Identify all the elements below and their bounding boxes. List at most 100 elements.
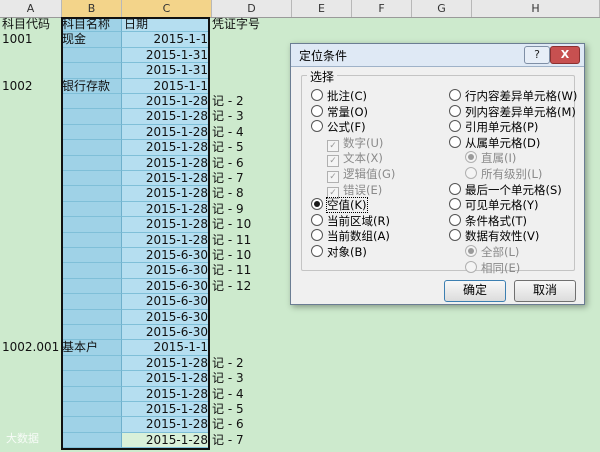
cell-a[interactable] [2, 94, 62, 109]
radio-icon [311, 229, 323, 242]
option-label: 错误(E) [343, 182, 383, 197]
column-header-e[interactable]: E [292, 0, 352, 17]
option-left-10[interactable]: 对象(B) [311, 245, 367, 260]
cell-a[interactable] [2, 263, 62, 278]
cell-d[interactable]: 记 - 2 [212, 356, 292, 371]
cell-a[interactable]: 1002.001 [2, 340, 62, 355]
cell-d[interactable]: 记 - 10 [212, 217, 292, 232]
option-left-8[interactable]: 当前区域(R) [311, 213, 390, 229]
option-label: 行内容差异单元格(W) [465, 89, 578, 103]
checkbox-icon: ✓ [327, 171, 339, 183]
option-right-7[interactable]: 可见单元格(Y) [449, 198, 539, 213]
option-left-1[interactable]: 常量(O) [311, 104, 368, 120]
cell-d[interactable]: 记 - 7 [212, 433, 292, 448]
cell-a[interactable] [2, 125, 62, 140]
cell-d[interactable]: 记 - 3 [212, 371, 292, 386]
cell-a[interactable] [2, 109, 62, 124]
cell-a[interactable] [2, 310, 62, 325]
cell-a[interactable] [2, 217, 62, 232]
cell-d[interactable] [212, 340, 292, 355]
cell-a[interactable] [2, 156, 62, 171]
cell-d[interactable]: 记 - 7 [212, 171, 292, 186]
option-right-11: 相同(E) [465, 260, 520, 276]
option-right-9[interactable]: 数据有效性(V) [449, 229, 539, 244]
cell-d[interactable]: 记 - 4 [212, 387, 292, 402]
option-right-1[interactable]: 列内容差异单元格(M) [449, 104, 576, 120]
cell-d[interactable] [212, 294, 292, 309]
cell-a[interactable] [2, 233, 62, 248]
cancel-button[interactable]: 取消 [514, 280, 576, 302]
column-header-h[interactable]: H [472, 0, 600, 17]
cell-d[interactable] [212, 63, 292, 78]
cell-d[interactable]: 记 - 11 [212, 263, 292, 278]
cell-d[interactable]: 记 - 9 [212, 202, 292, 217]
cell-d[interactable]: 记 - 11 [212, 233, 292, 248]
cell-a[interactable] [2, 371, 62, 386]
cell-d[interactable]: 记 - 2 [212, 94, 292, 109]
cell-a[interactable] [2, 171, 62, 186]
checkbox-icon: ✓ [327, 155, 339, 168]
cell-d[interactable]: 凭证字号 [212, 17, 292, 32]
cell-a[interactable] [2, 402, 62, 417]
option-label: 批注(C) [327, 89, 368, 103]
option-left-2[interactable]: 公式(F) [311, 120, 366, 135]
cell-a[interactable] [2, 202, 62, 217]
column-header-g[interactable]: G [412, 0, 472, 17]
option-left-3: ✓ 数字(U) [327, 136, 383, 152]
cell-a[interactable] [2, 140, 62, 155]
option-right-2[interactable]: 引用单元格(P) [449, 120, 538, 135]
option-label: 对象(B) [327, 245, 367, 259]
option-right-3[interactable]: 从属单元格(D) [449, 135, 540, 151]
cell-d[interactable]: 记 - 6 [212, 156, 292, 171]
cell-d[interactable]: 记 - 12 [212, 279, 292, 294]
cell-a[interactable] [2, 356, 62, 371]
dialog-title: 定位条件 [299, 49, 348, 63]
column-header-b[interactable]: B [62, 0, 122, 17]
radio-icon [449, 120, 461, 133]
column-header-c[interactable]: C [122, 0, 212, 17]
cell-d[interactable]: 记 - 10 [212, 248, 292, 263]
option-right-8[interactable]: 条件格式(T) [449, 213, 527, 229]
cell-d[interactable]: 记 - 5 [212, 402, 292, 417]
column-header-f[interactable]: F [352, 0, 412, 17]
cell-d[interactable] [212, 310, 292, 325]
cell-a[interactable]: 1002 [2, 79, 62, 94]
radio-icon [465, 167, 477, 179]
radio-icon [449, 198, 461, 211]
checkbox-icon: ✓ [327, 186, 339, 199]
cell-a[interactable] [2, 387, 62, 402]
cell-d[interactable] [212, 325, 292, 340]
column-header-d[interactable]: D [212, 0, 292, 17]
cell-d[interactable] [212, 79, 292, 94]
cell-a[interactable] [2, 186, 62, 201]
cell-d[interactable]: 记 - 6 [212, 417, 292, 432]
cell-d[interactable]: 记 - 3 [212, 109, 292, 124]
cell-a[interactable] [2, 63, 62, 78]
cell-a[interactable] [2, 325, 62, 340]
ok-button[interactable]: 确定 [444, 280, 506, 302]
cell-a[interactable] [2, 279, 62, 294]
dialog-title-bar[interactable]: 定位条件 ? X [291, 44, 584, 67]
cell-a[interactable]: 1001 [2, 32, 62, 47]
option-right-0[interactable]: 行内容差异单元格(W) [449, 89, 577, 104]
column-header-a[interactable]: A [0, 0, 62, 17]
option-left-9[interactable]: 当前数组(A) [311, 229, 390, 244]
cell-a[interactable] [2, 248, 62, 263]
option-label: 条件格式(T) [465, 213, 527, 228]
cell-d[interactable] [212, 48, 292, 63]
radio-icon [311, 120, 323, 133]
cell-a[interactable]: 科目代码 [2, 17, 62, 32]
cell-d[interactable]: 记 - 8 [212, 186, 292, 201]
radio-icon [449, 182, 461, 195]
cell-a[interactable] [2, 294, 62, 309]
cell-d[interactable] [212, 32, 292, 47]
cell-d[interactable]: 记 - 5 [212, 140, 292, 155]
close-button[interactable]: X [550, 46, 580, 64]
cell-a[interactable] [2, 48, 62, 63]
option-left-6: ✓ 错误(E) [327, 182, 383, 199]
option-right-6[interactable]: 最后一个单元格(S) [449, 182, 562, 198]
cell-d[interactable]: 记 - 4 [212, 125, 292, 140]
option-left-7[interactable]: 空值(K) [311, 197, 368, 214]
option-left-0[interactable]: 批注(C) [311, 89, 367, 104]
help-button[interactable]: ? [524, 46, 550, 64]
